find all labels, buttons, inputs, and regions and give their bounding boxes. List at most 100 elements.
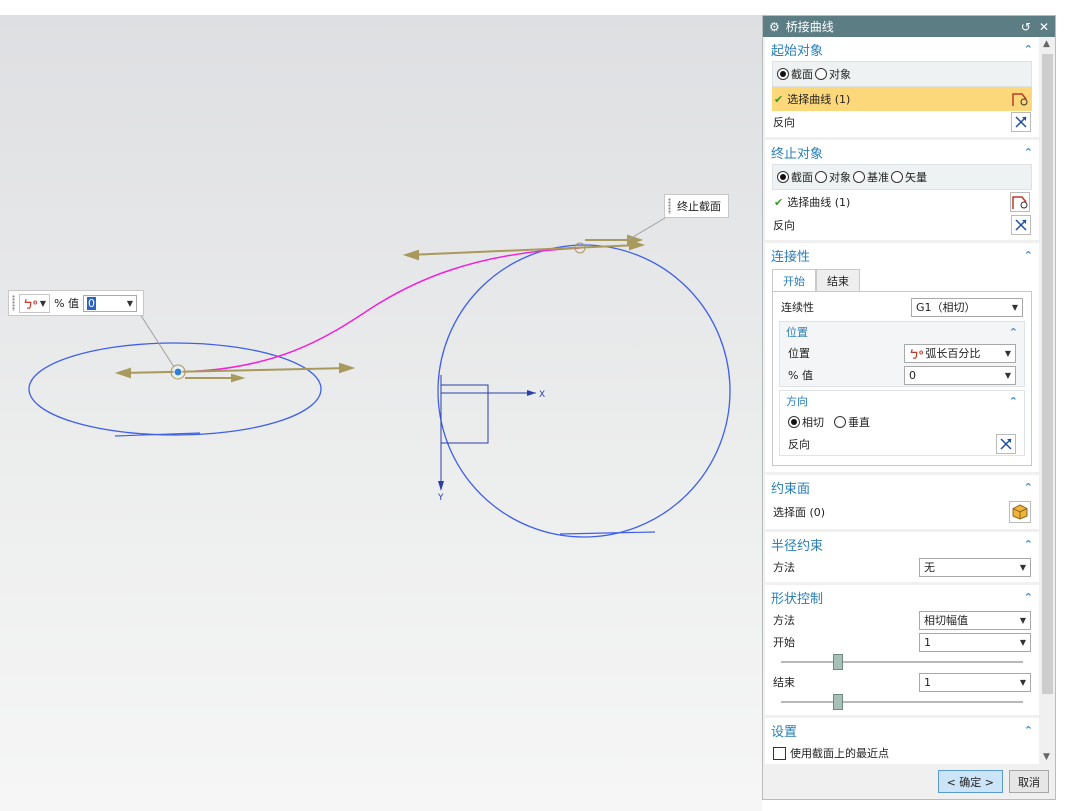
continuity-row: 连续性 G1（相切） ▼	[773, 296, 1031, 318]
collapse-icon[interactable]: ⌃	[1024, 591, 1033, 604]
constraint-face-group: 约束面 ⌃ 选择面 (0)	[765, 475, 1039, 529]
radio-tangent[interactable]: 相切	[788, 414, 824, 430]
end-select-curve[interactable]: ✔ 选择曲线 (1)	[772, 190, 1032, 214]
ok-button[interactable]: < 确定 >	[937, 770, 1003, 793]
direction-subgroup: 方向 ⌃ 相切 垂直 反向	[779, 390, 1025, 456]
slider-thumb[interactable]	[833, 654, 844, 670]
reverse-direction-icon[interactable]	[1011, 215, 1031, 235]
tooltip-grip	[668, 198, 671, 214]
continuity-group: 连接性 ⌃ 开始 结束 连续性 G1（相切） ▼ 位置 ⌃ 位置 ㄅ⁰ 弧长百分…	[765, 243, 1039, 472]
position-mode-dropdown[interactable]: ㄅ⁰ ▼	[19, 293, 51, 313]
end-object-type: 截面 对象 基准 矢量	[772, 164, 1032, 190]
position-dropdown[interactable]: ㄅ⁰ 弧长百分比 ▼	[904, 343, 1016, 363]
radio-normal[interactable]: 垂直	[834, 414, 870, 430]
shape-control-group: 形状控制 ⌃ 方法 相切幅值 ▼ 开始 1 ▼ 结束 1 ▼	[765, 585, 1039, 715]
radio-object[interactable]: 对象	[815, 169, 851, 185]
radio-datum[interactable]: 基准	[853, 169, 889, 185]
collapse-icon[interactable]: ⌃	[1024, 249, 1033, 262]
radio-section[interactable]: 截面	[777, 169, 813, 185]
start-point-handle[interactable]	[173, 367, 183, 377]
circle-seam	[559, 531, 656, 535]
position-row: 位置 ㄅ⁰ 弧长百分比 ▼	[780, 342, 1024, 364]
value-leader-line	[139, 313, 175, 368]
graphics-viewport[interactable]: X Y 终止截面 ㄅ⁰ ▼ % 值 0 ▼	[0, 15, 762, 811]
gear-icon: ⚙	[769, 19, 780, 34]
dialog-titlebar[interactable]: ⚙ 桥接曲线 ↺ ✕	[763, 16, 1055, 37]
settings-header[interactable]: 设置 ⌃	[765, 718, 1039, 742]
continuity-dropdown[interactable]: G1（相切） ▼	[911, 297, 1023, 317]
radio-object[interactable]: 对象	[815, 66, 851, 82]
shape-start-field[interactable]: 1 ▼	[919, 632, 1031, 652]
radio-section[interactable]: 截面	[777, 66, 813, 82]
chevron-down-icon: ▼	[1019, 637, 1026, 647]
end-object-group: 终止对象 ⌃ 截面 对象 基准 矢量 ✔ 选择曲线 (1) 反向	[765, 140, 1039, 240]
value-field[interactable]: 0 ▼	[83, 294, 138, 312]
onscreen-value-input[interactable]: ㄅ⁰ ▼ % 值 0 ▼	[8, 290, 144, 316]
y-axis-label: Y	[437, 493, 444, 503]
radius-method-dropdown[interactable]: 无 ▼	[919, 557, 1031, 577]
dialog-body[interactable]: 起始对象 ⌃ 截面 对象 ✔ 选择曲线 (1) 反向 终止对象 ⌃ 截面 对象 …	[763, 37, 1040, 764]
face-select-icon[interactable]	[1009, 501, 1031, 523]
shape-control-header[interactable]: 形状控制 ⌃	[765, 585, 1039, 609]
direction-header[interactable]: 方向 ⌃	[780, 391, 1024, 411]
percent-value-field[interactable]: 0 ▼	[904, 365, 1016, 385]
scrollbar-thumb[interactable]	[1042, 54, 1053, 694]
start-select-curve[interactable]: ✔ 选择曲线 (1)	[772, 87, 1032, 111]
nearest-point-row[interactable]: 使用截面上的最近点	[765, 742, 1039, 764]
shape-start-slider[interactable]	[773, 653, 1031, 671]
curve-select-icon[interactable]	[1010, 89, 1030, 109]
collapse-icon[interactable]: ⌃	[1024, 481, 1033, 494]
input-grip[interactable]	[12, 295, 15, 311]
collapse-icon[interactable]: ⌃	[1024, 724, 1033, 737]
position-header[interactable]: 位置 ⌃	[780, 322, 1024, 342]
radius-constraint-group: 半径约束 ⌃ 方法 无 ▼	[765, 532, 1039, 582]
chevron-down-icon: ▼	[1004, 348, 1011, 358]
arc-length-icon: ㄅ⁰	[909, 349, 924, 361]
cancel-button[interactable]: 取消	[1009, 770, 1049, 793]
chevron-down-icon: ▼	[1011, 302, 1018, 312]
curve-select-icon[interactable]	[1010, 192, 1030, 212]
end-curve-circle[interactable]	[437, 244, 731, 538]
check-icon: ✔	[774, 195, 784, 209]
dialog-scrollbar[interactable]: ▲ ▼	[1040, 37, 1055, 764]
start-reverse-row: 反向	[765, 111, 1039, 133]
shape-end-field[interactable]: 1 ▼	[919, 672, 1031, 692]
collapse-icon[interactable]: ⌃	[1009, 395, 1018, 408]
settings-group: 设置 ⌃ 使用截面上的最近点	[765, 718, 1039, 764]
collapse-icon[interactable]: ⌃	[1024, 43, 1033, 56]
select-face-row[interactable]: 选择面 (0)	[765, 499, 1039, 525]
start-object-header[interactable]: 起始对象 ⌃	[765, 37, 1039, 61]
tab-start[interactable]: 开始	[772, 269, 816, 291]
scroll-down-icon[interactable]: ▼	[1043, 752, 1050, 762]
direction-radios: 相切 垂直	[780, 411, 1024, 433]
scene-canvas[interactable]: X Y	[0, 15, 762, 811]
tab-end[interactable]: 结束	[816, 269, 860, 291]
collapse-icon[interactable]: ⌃	[1024, 146, 1033, 159]
radio-vector[interactable]: 矢量	[891, 169, 927, 185]
end-object-header[interactable]: 终止对象 ⌃	[765, 140, 1039, 164]
direction-reverse-row: 反向	[780, 433, 1024, 455]
nearest-point-checkbox[interactable]	[773, 746, 786, 760]
shape-start-row: 开始 1 ▼	[765, 631, 1039, 653]
check-icon: ✔	[774, 92, 784, 106]
reverse-direction-icon[interactable]	[996, 434, 1016, 454]
slider-thumb[interactable]	[833, 694, 844, 710]
constraint-face-header[interactable]: 约束面 ⌃	[765, 475, 1039, 499]
reverse-direction-icon[interactable]	[1011, 112, 1031, 132]
collapse-icon[interactable]: ⌃	[1024, 538, 1033, 551]
radius-constraint-header[interactable]: 半径约束 ⌃	[765, 532, 1039, 556]
chevron-down-icon: ▼	[1019, 562, 1026, 572]
reset-icon[interactable]: ↺	[1021, 20, 1031, 34]
shape-method-dropdown[interactable]: 相切幅值 ▼	[919, 610, 1031, 630]
continuity-header[interactable]: 连接性 ⌃	[765, 243, 1039, 267]
position-subgroup: 位置 ⌃ 位置 ㄅ⁰ 弧长百分比 ▼ % 值 0 ▼	[779, 321, 1025, 387]
shape-end-slider[interactable]	[773, 693, 1031, 711]
collapse-icon[interactable]: ⌃	[1009, 326, 1018, 339]
bridge-curve	[177, 247, 581, 373]
continuity-tab-body: 连续性 G1（相切） ▼ 位置 ⌃ 位置 ㄅ⁰ 弧长百分比 ▼ % 值 0 ▼ …	[772, 291, 1032, 466]
end-section-tooltip: 终止截面	[664, 194, 729, 218]
scroll-up-icon[interactable]: ▲	[1043, 39, 1050, 49]
close-icon[interactable]: ✕	[1039, 20, 1049, 34]
tooltip-leader-line	[627, 217, 666, 241]
chevron-down-icon: ▼	[1004, 370, 1011, 380]
